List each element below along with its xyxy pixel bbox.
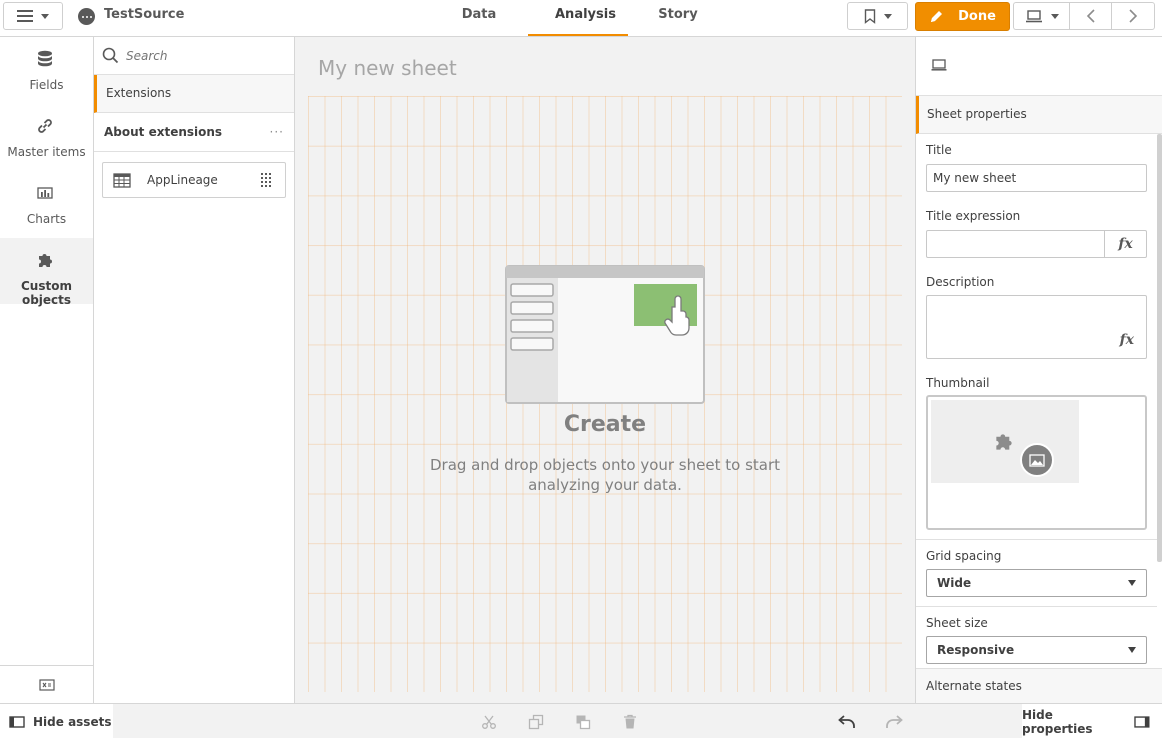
search-box <box>94 37 294 75</box>
bottom-bar: Hide assets Hide properties <box>0 703 1162 738</box>
create-illustration <box>505 265 705 404</box>
redo-icon[interactable] <box>885 713 903 731</box>
hide-assets-label: Hide assets <box>33 714 112 729</box>
alternate-states-section[interactable]: Alternate states <box>916 668 1162 703</box>
sheet-size-value: Responsive <box>937 643 1015 657</box>
database-icon <box>36 50 54 68</box>
rail-item-master-items[interactable]: Master items <box>0 104 93 170</box>
title-input[interactable] <box>926 164 1147 192</box>
chevron-down-icon <box>41 13 49 19</box>
top-bar: TestSource Data Analysis Story Done <box>0 0 1162 37</box>
search-icon <box>102 47 119 68</box>
bookmark-icon <box>864 8 875 24</box>
tab-story[interactable]: Story <box>628 0 728 36</box>
delete-icon[interactable] <box>621 713 639 731</box>
grid-spacing-value: Wide <box>937 576 972 590</box>
variable-icon <box>38 678 55 691</box>
bookmarks-button[interactable] <box>847 2 908 30</box>
properties-panel: Sheet properties Title Title expression … <box>915 37 1162 703</box>
extensions-section[interactable]: Extensions <box>94 75 294 113</box>
extension-name: AppLineage <box>147 173 218 187</box>
puzzle-icon <box>36 251 54 269</box>
chevron-down-icon <box>1128 580 1136 586</box>
chevron-down-icon <box>1128 647 1136 653</box>
sheet-properties-section[interactable]: Sheet properties <box>916 96 1162 134</box>
sheet-size-label: Sheet size <box>926 616 988 630</box>
app-name[interactable]: TestSource <box>104 7 184 22</box>
assets-rail: Fields Master items Charts Custom object… <box>0 37 94 703</box>
hide-properties-label: Hide properties <box>1022 707 1093 736</box>
done-editing-button[interactable]: Done <box>915 2 1010 31</box>
paste-icon[interactable] <box>574 713 592 731</box>
assets-panel: Extensions About extensions ··· AppLinea… <box>94 37 295 703</box>
chevron-left-icon <box>1086 9 1095 23</box>
rail-item-custom-objects[interactable]: Custom objects <box>0 238 93 307</box>
about-extensions-row[interactable]: About extensions ··· <box>94 114 294 152</box>
hide-properties-button[interactable]: Hide properties <box>1022 704 1162 738</box>
hamburger-icon <box>17 10 33 22</box>
extension-item-applineage[interactable]: AppLineage <box>102 162 286 198</box>
image-icon <box>1020 443 1054 477</box>
divider <box>916 539 1157 540</box>
create-hint-text: Drag and drop objects onto your sheet to… <box>429 456 781 494</box>
description-textarea[interactable]: fx <box>926 295 1147 359</box>
title-expression-field[interactable]: fx <box>926 230 1147 258</box>
device-preview-button[interactable] <box>1013 2 1069 30</box>
previous-sheet-button[interactable] <box>1069 2 1112 30</box>
panel-right-icon <box>1134 715 1150 728</box>
copy-icon[interactable] <box>527 713 545 731</box>
link-icon <box>36 117 54 135</box>
description-label: Description <box>926 275 995 289</box>
drag-handle-icon[interactable] <box>261 173 271 187</box>
properties-scrollbar[interactable] <box>1157 134 1162 562</box>
title-expression-label: Title expression <box>926 209 1021 223</box>
next-sheet-button[interactable] <box>1111 2 1155 30</box>
thumbnail-label: Thumbnail <box>926 376 990 390</box>
app-icon <box>78 8 95 25</box>
sheet-size-select[interactable]: Responsive <box>926 636 1147 664</box>
rail-item-charts[interactable]: Charts <box>0 171 93 237</box>
fx-icon[interactable]: fx <box>1120 332 1134 348</box>
about-extensions-label: About extensions <box>104 125 223 139</box>
more-options-icon[interactable]: ··· <box>270 114 284 151</box>
chevron-down-icon <box>1050 13 1059 19</box>
tab-analysis[interactable]: Analysis <box>528 0 628 36</box>
sheet-icon <box>931 59 947 75</box>
global-menu-button[interactable] <box>3 2 63 30</box>
sheet-title[interactable]: My new sheet <box>318 56 457 80</box>
undo-icon[interactable] <box>838 713 856 731</box>
rail-item-label: Charts <box>26 212 67 226</box>
sheet-canvas[interactable]: My new sheet Create Drag and drop object… <box>295 37 915 703</box>
grid-spacing-select[interactable]: Wide <box>926 569 1147 597</box>
divider <box>916 606 1157 607</box>
search-input[interactable] <box>126 46 286 66</box>
fx-icon[interactable]: fx <box>1104 231 1146 257</box>
bar-chart-icon <box>36 184 54 202</box>
hide-assets-button[interactable]: Hide assets <box>0 704 113 738</box>
panel-left-icon <box>9 715 25 728</box>
create-title: Create <box>563 412 647 437</box>
rail-item-label: Custom objects <box>21 279 72 307</box>
laptop-icon <box>1025 9 1042 22</box>
rail-item-label: Master items <box>7 145 86 159</box>
cut-icon[interactable] <box>480 713 498 731</box>
pencil-icon <box>931 11 943 22</box>
navigation-tabs: Data Analysis Story <box>430 0 728 36</box>
properties-header <box>916 37 1162 96</box>
rail-item-label: Fields <box>29 78 64 92</box>
tab-data[interactable]: Data <box>430 0 528 36</box>
title-label: Title <box>926 143 952 157</box>
puzzle-icon <box>996 434 1012 450</box>
done-label: Done <box>958 9 996 24</box>
thumbnail-picker[interactable] <box>926 395 1147 530</box>
chevron-down-icon <box>883 13 892 19</box>
table-icon <box>113 173 131 192</box>
grid-spacing-label: Grid spacing <box>926 549 1002 563</box>
chevron-right-icon <box>1129 9 1138 23</box>
variables-button[interactable] <box>0 665 93 703</box>
rail-item-fields[interactable]: Fields <box>0 37 93 103</box>
